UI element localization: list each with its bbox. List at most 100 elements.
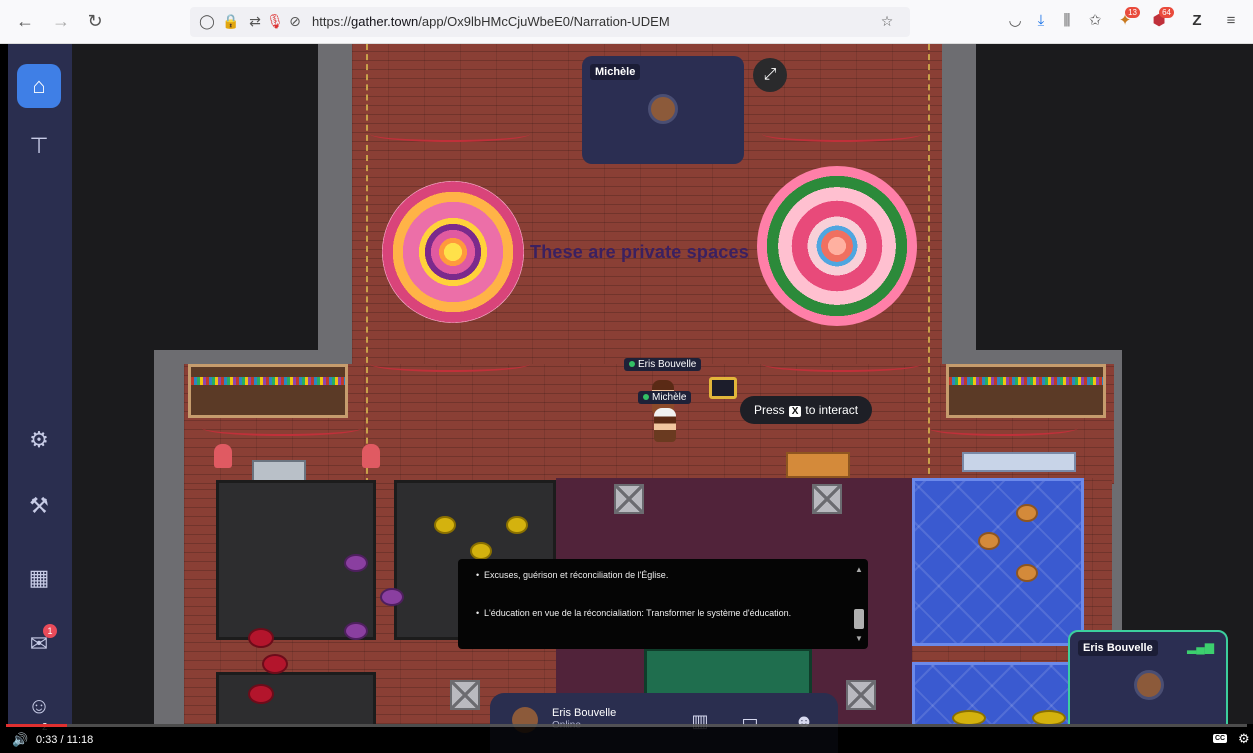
yellow-table-round[interactable]: [1032, 710, 1066, 724]
bookshelf-left[interactable]: [188, 364, 348, 418]
url-text[interactable]: https://gather.town/app/Ox9lbHMcCjuWbeE0…: [312, 14, 670, 29]
purple-stool[interactable]: [344, 554, 368, 572]
red-stool[interactable]: [248, 684, 274, 704]
people-icon[interactable]: ☺: [17, 684, 61, 728]
progress-fill: [6, 724, 67, 727]
captions-button[interactable]: CC: [1213, 734, 1228, 743]
chat-badge: 1: [43, 624, 57, 638]
private-spaces-label: These are private spaces: [530, 242, 749, 262]
progress-bar[interactable]: [6, 724, 1247, 727]
address-bar[interactable]: ◯ 🔒 ⇄ 🎙 ⊘ https://gather.town/app/Ox9lbH…: [190, 7, 910, 37]
yellow-stool[interactable]: [434, 516, 456, 534]
red-stool[interactable]: [262, 654, 288, 674]
scroll-up-icon[interactable]: ▲: [855, 565, 863, 574]
rope-barrier: [762, 126, 922, 142]
forward-arrow-icon[interactable]: →: [50, 10, 72, 32]
avatar: [648, 94, 678, 124]
interact-prefix: Press: [754, 403, 785, 417]
interact-prompt: Press Xto interact: [740, 396, 873, 424]
crate: [614, 484, 644, 514]
video-card-michele[interactable]: Michèle: [582, 56, 744, 164]
wooden-stool[interactable]: [978, 532, 1000, 550]
star-icon[interactable]: ✩: [1084, 10, 1106, 32]
user-name: Eris Bouvelle: [552, 707, 617, 719]
permissions-icon[interactable]: ⇄: [246, 13, 264, 30]
wooden-table[interactable]: [786, 452, 850, 478]
chat-icon[interactable]: ✉ 1: [17, 622, 61, 666]
divider-line: [366, 44, 368, 484]
reload-icon[interactable]: ↻: [84, 10, 106, 32]
dark-rug-bottom: [216, 672, 376, 724]
wooden-stool[interactable]: [1016, 504, 1038, 522]
calendar-icon[interactable]: ▦: [17, 556, 61, 600]
hammer-icon[interactable]: ⚒: [17, 484, 61, 528]
purple-stool[interactable]: [380, 588, 404, 606]
interactive-monitor[interactable]: [709, 377, 737, 399]
gear-icon[interactable]: ⚙: [17, 418, 61, 462]
zotero-icon[interactable]: Z: [1186, 10, 1208, 32]
scroll-thumb[interactable]: [854, 609, 864, 629]
expand-icon[interactable]: ⤢: [753, 58, 787, 92]
scroll-down-icon[interactable]: ▼: [855, 634, 863, 643]
blue-bench[interactable]: [962, 452, 1076, 472]
player-name-tag: Eris Bouvelle: [624, 358, 702, 371]
divider-line: [928, 44, 930, 484]
bookmark-star-icon[interactable]: ☆: [878, 13, 896, 30]
interact-suffix: to interact: [805, 403, 859, 417]
settings-gear-icon[interactable]: ⚙: [1238, 731, 1250, 747]
rope-barrier: [762, 356, 922, 372]
home-icon[interactable]: ⌂: [17, 64, 61, 108]
video-card-self[interactable]: Eris Bouvelle ▂▄▆: [1068, 630, 1228, 724]
red-stool[interactable]: [248, 628, 274, 648]
shield-icon[interactable]: ◯: [198, 13, 216, 30]
online-dot: [643, 394, 649, 401]
download-icon[interactable]: ⤓: [1030, 10, 1052, 32]
notes-popup[interactable]: Excuses, guérison et réconciliation de l…: [458, 559, 868, 649]
popup-scrollbar[interactable]: ▲ ▼: [854, 565, 864, 643]
video-player-controls: 🔊 0:33 / 11:18 CC ⚙: [0, 724, 1253, 753]
other-avatar[interactable]: [654, 408, 676, 442]
purple-stool[interactable]: [344, 622, 368, 640]
extension-badge: 13: [1125, 7, 1140, 18]
avatar: [1134, 670, 1164, 700]
player-name-text: Eris Bouvelle: [638, 359, 697, 370]
ublock-badge: 64: [1159, 7, 1174, 18]
volume-icon[interactable]: 🔊: [12, 732, 28, 748]
pin-icon[interactable]: ⊤: [17, 124, 61, 168]
microphone-icon[interactable]: 🎙: [266, 13, 284, 30]
bookshelf-right[interactable]: [946, 364, 1106, 418]
video-name-label: Eris Bouvelle: [1078, 640, 1158, 656]
other-name-tag: Michèle: [638, 391, 692, 404]
crate: [450, 680, 480, 710]
lock-icon[interactable]: 🔒: [222, 13, 240, 30]
popup-item: Excuses, guérison et réconciliation de l…: [476, 569, 814, 582]
crate: [812, 484, 842, 514]
crate: [846, 680, 876, 710]
back-arrow-icon[interactable]: ←: [14, 10, 36, 32]
stone-wall-right: [942, 44, 976, 350]
online-dot: [629, 361, 635, 368]
rope-barrier: [370, 356, 530, 372]
signal-strength-icon: ▂▄▆: [1187, 640, 1214, 654]
extension-icon[interactable]: ✦ 13: [1114, 7, 1140, 32]
video-name-label: Michèle: [590, 64, 641, 80]
rope-barrier: [370, 126, 530, 142]
camera-blocked-icon[interactable]: ⊘: [286, 13, 304, 30]
yellow-stool[interactable]: [470, 542, 492, 560]
other-name-text: Michèle: [652, 392, 687, 403]
library-icon[interactable]: ⫼: [1056, 10, 1078, 32]
popup-item: L'éducation en vue de la réconcialiation…: [476, 607, 814, 620]
time-display: 0:33 / 11:18: [36, 734, 94, 746]
pocket-icon[interactable]: ◡: [1004, 10, 1026, 32]
wooden-stool[interactable]: [1016, 564, 1038, 582]
ublock-icon[interactable]: ⬢ 64: [1148, 7, 1174, 32]
yellow-stool[interactable]: [506, 516, 528, 534]
mandala-pink-flower: [757, 166, 917, 326]
mandala-orange: [382, 181, 524, 323]
interact-key: X: [788, 406, 802, 417]
gather-sidebar: ⌂ ⊤ ⚙ ⚒ ▦ ✉1 ☺ 2: [8, 44, 72, 733]
menu-icon[interactable]: ≡: [1220, 10, 1242, 32]
rope-barrier: [202, 420, 362, 436]
browser-toolbar: ← → ↻ ◯ 🔒 ⇄ 🎙 ⊘ https://gather.town/app/…: [0, 0, 1253, 44]
yellow-table-round[interactable]: [952, 710, 986, 724]
